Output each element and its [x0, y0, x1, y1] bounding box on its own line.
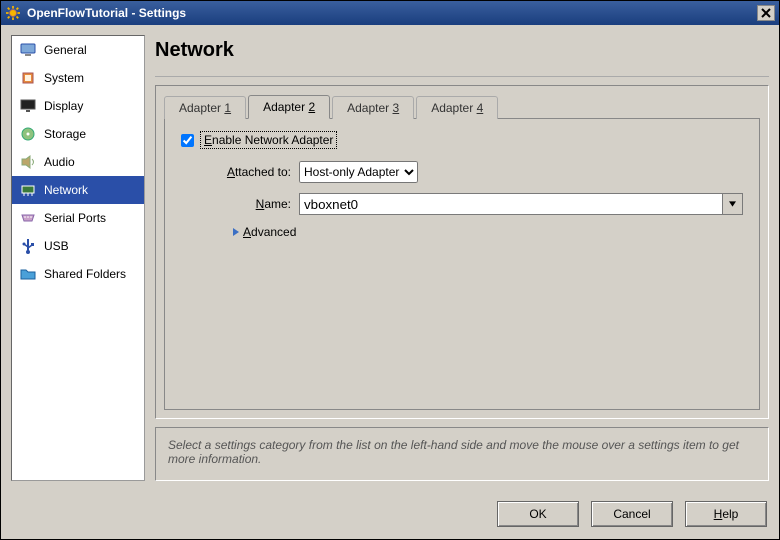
- tab-strip: Adapter 1 Adapter 2 Adapter 3 Adapter 4: [156, 87, 768, 119]
- settings-window: OpenFlowTutorial - Settings General Syst…: [0, 0, 780, 540]
- help-text-box: Select a settings category from the list…: [155, 427, 769, 481]
- sidebar-item-label: Display: [44, 99, 83, 113]
- disk-icon: [20, 126, 36, 142]
- folder-icon: [20, 266, 36, 282]
- attached-to-row: Attached to: Host-only Adapter: [181, 161, 743, 183]
- help-button[interactable]: Help: [685, 501, 767, 527]
- monitor-icon: [20, 42, 36, 58]
- content-box: Adapter 1 Adapter 2 Adapter 3 Adapter 4 …: [155, 85, 769, 419]
- sidebar-item-storage[interactable]: Storage: [12, 120, 144, 148]
- sidebar-item-label: System: [44, 71, 84, 85]
- button-bar: OK Cancel Help: [1, 491, 779, 539]
- gear-icon: [5, 5, 21, 21]
- name-dropdown-button[interactable]: [723, 193, 743, 215]
- name-combo: [299, 193, 743, 215]
- attached-to-select[interactable]: Host-only Adapter: [299, 161, 418, 183]
- attached-to-label: Attached to:: [181, 165, 291, 179]
- sidebar-item-label: USB: [44, 239, 69, 253]
- sidebar-item-general[interactable]: General: [12, 36, 144, 64]
- advanced-toggle[interactable]: Advanced: [233, 225, 743, 239]
- enable-adapter-checkbox[interactable]: [181, 134, 194, 147]
- sidebar-item-label: Serial Ports: [44, 211, 106, 225]
- cancel-button[interactable]: Cancel: [591, 501, 673, 527]
- tab-adapter-2[interactable]: Adapter 2: [248, 95, 330, 119]
- sidebar-item-label: Network: [44, 183, 88, 197]
- display-icon: [20, 98, 36, 114]
- network-icon: [20, 182, 36, 198]
- sidebar-item-label: Shared Folders: [44, 267, 126, 281]
- name-label: Name:: [181, 197, 291, 211]
- speaker-icon: [20, 154, 36, 170]
- divider: [155, 76, 769, 77]
- usb-icon: [20, 238, 36, 254]
- chevron-down-icon: [729, 201, 736, 207]
- chip-icon: [20, 70, 36, 86]
- sidebar-item-display[interactable]: Display: [12, 92, 144, 120]
- titlebar: OpenFlowTutorial - Settings: [1, 1, 779, 25]
- tab-panel: Enable Network Adapter Attached to: Host…: [164, 118, 760, 410]
- sidebar-item-audio[interactable]: Audio: [12, 148, 144, 176]
- serial-icon: [20, 210, 36, 226]
- sidebar-item-label: Storage: [44, 127, 86, 141]
- main-pane: Network Adapter 1 Adapter 2 Adapter 3 Ad…: [155, 35, 769, 481]
- close-button[interactable]: [757, 5, 775, 21]
- tab-adapter-1[interactable]: Adapter 1: [164, 96, 246, 119]
- tab-adapter-3[interactable]: Adapter 3: [332, 96, 414, 119]
- page-title: Network: [155, 35, 769, 68]
- sidebar-item-label: Audio: [44, 155, 75, 169]
- ok-button[interactable]: OK: [497, 501, 579, 527]
- enable-adapter-label: Enable Network Adapter: [200, 131, 337, 149]
- triangle-right-icon: [233, 228, 239, 236]
- name-row: Name:: [181, 193, 743, 215]
- window-title: OpenFlowTutorial - Settings: [27, 6, 757, 20]
- sidebar-item-system[interactable]: System: [12, 64, 144, 92]
- tab-adapter-4[interactable]: Adapter 4: [416, 96, 498, 119]
- enable-adapter-row: Enable Network Adapter: [181, 131, 743, 149]
- window-body: General System Display Storage Audio Net…: [1, 25, 779, 491]
- sidebar-item-label: General: [44, 43, 87, 57]
- sidebar-item-network[interactable]: Network: [12, 176, 144, 204]
- sidebar-item-serial-ports[interactable]: Serial Ports: [12, 204, 144, 232]
- sidebar-item-usb[interactable]: USB: [12, 232, 144, 260]
- sidebar: General System Display Storage Audio Net…: [11, 35, 145, 481]
- advanced-label: Advanced: [243, 225, 296, 239]
- name-input[interactable]: [299, 193, 723, 215]
- close-icon: [761, 8, 771, 18]
- sidebar-item-shared-folders[interactable]: Shared Folders: [12, 260, 144, 288]
